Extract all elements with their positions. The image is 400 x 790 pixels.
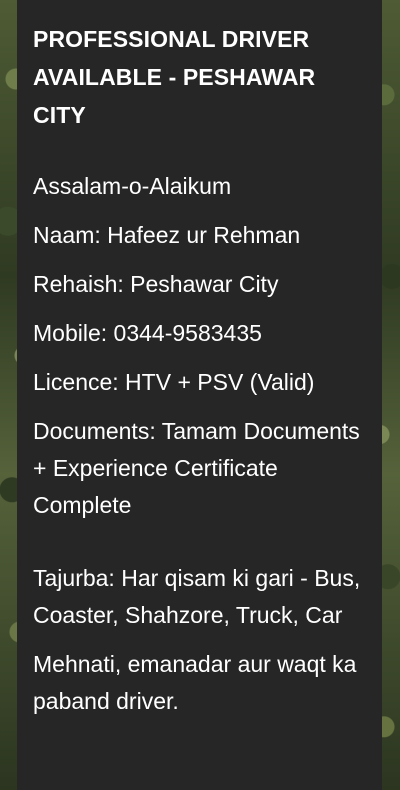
experience-text: Tajurba: Har qisam ki gari - Bus, Coaste… bbox=[33, 565, 361, 628]
licence-text: Licence: HTV + PSV (Valid) bbox=[33, 369, 315, 395]
mobile-text[interactable]: Mobile: 0344-9583435 bbox=[33, 315, 366, 352]
name-text: Naam: Hafeez ur Rehman bbox=[33, 222, 301, 248]
post-card: PROFESSIONAL DRIVER AVAILABLE - PESHAWAR… bbox=[17, 0, 382, 790]
documents-text: Documents: Tamam Documents + Experience … bbox=[33, 418, 360, 518]
post-title: PROFESSIONAL DRIVER AVAILABLE - PESHAWAR… bbox=[33, 26, 316, 128]
residence-text: Rehaish: Peshawar City bbox=[33, 271, 279, 297]
qualities-text: Mehnati, emanadar aur waqt ka paband dri… bbox=[33, 651, 357, 714]
greeting-text: Assalam-o-Alaikum bbox=[33, 173, 232, 199]
